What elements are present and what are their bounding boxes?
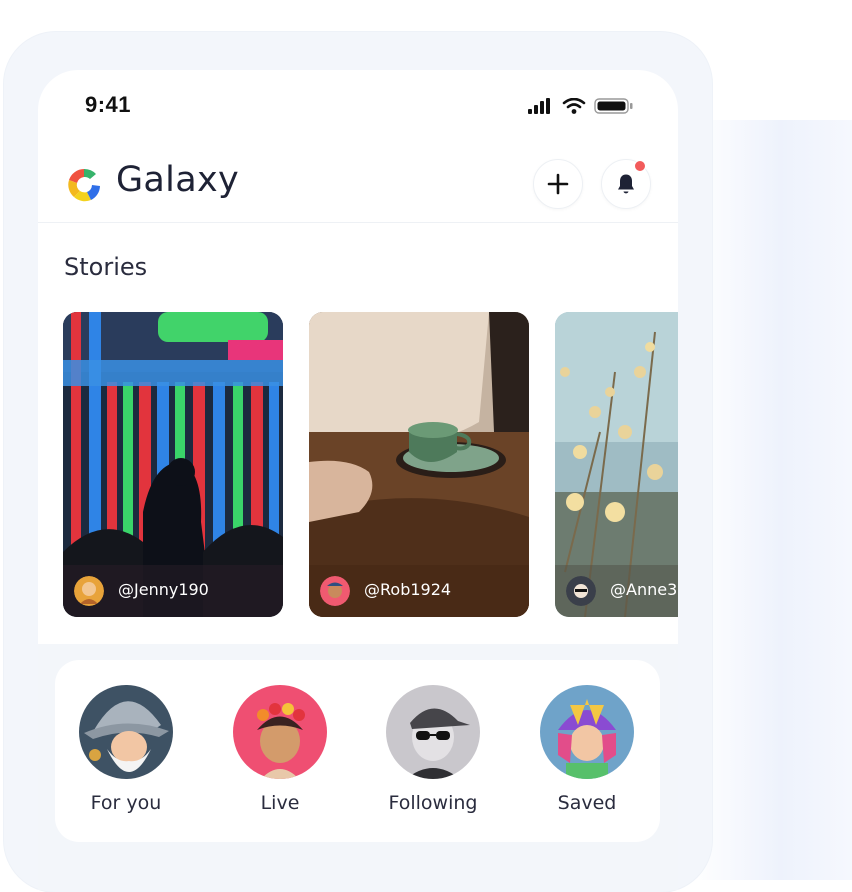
samurai-helmet-avatar bbox=[540, 685, 634, 779]
stories-heading: Stories bbox=[64, 253, 148, 281]
app-screen: 9:41 Galaxy Stories @Jenny190 @Rob1924 @… bbox=[38, 70, 678, 890]
story-handle: @Anne3 bbox=[610, 580, 678, 599]
story-card[interactable]: @Jenny190 bbox=[63, 312, 283, 617]
signal-bars-icon bbox=[528, 98, 550, 114]
story-handle: @Jenny190 bbox=[118, 580, 209, 599]
category-label: For you bbox=[90, 792, 162, 814]
category-label: Following bbox=[388, 792, 478, 814]
status-icons bbox=[528, 98, 638, 114]
category-following[interactable]: Following bbox=[373, 685, 493, 825]
background-glow bbox=[690, 120, 852, 880]
category-label: Live bbox=[260, 792, 300, 814]
avatar bbox=[320, 576, 350, 606]
status-time: 9:41 bbox=[85, 92, 132, 117]
wizard-avatar bbox=[79, 685, 173, 779]
flower-crown-avatar bbox=[233, 685, 327, 779]
avatar bbox=[566, 576, 596, 606]
story-card[interactable]: @Anne3 bbox=[555, 312, 678, 617]
notification-dot bbox=[634, 160, 646, 172]
notifications-button[interactable] bbox=[601, 159, 651, 209]
bell-icon bbox=[618, 174, 634, 194]
app-header: Galaxy bbox=[38, 150, 678, 223]
story-footer: @Anne3 bbox=[555, 565, 678, 617]
story-footer: @Rob1924 bbox=[309, 565, 529, 617]
avatar bbox=[74, 576, 104, 606]
story-footer: @Jenny190 bbox=[63, 565, 283, 617]
app-title: Galaxy bbox=[116, 160, 239, 200]
battery-icon bbox=[594, 98, 633, 114]
category-saved[interactable]: Saved bbox=[527, 685, 647, 825]
category-for-you[interactable]: For you bbox=[66, 685, 186, 825]
wifi-icon bbox=[562, 98, 586, 114]
category-bar: For you Live Following Saved bbox=[55, 660, 660, 842]
story-handle: @Rob1924 bbox=[364, 580, 452, 599]
category-live[interactable]: Live bbox=[220, 685, 340, 825]
galaxy-logo-icon bbox=[68, 168, 100, 202]
add-button[interactable] bbox=[533, 159, 583, 209]
cap-sunglasses-avatar bbox=[386, 685, 480, 779]
plus-icon bbox=[547, 173, 569, 195]
stories-carousel[interactable]: @Jenny190 @Rob1924 @Anne3 bbox=[63, 312, 678, 618]
story-card[interactable]: @Rob1924 bbox=[309, 312, 529, 617]
category-label: Saved bbox=[557, 792, 617, 814]
